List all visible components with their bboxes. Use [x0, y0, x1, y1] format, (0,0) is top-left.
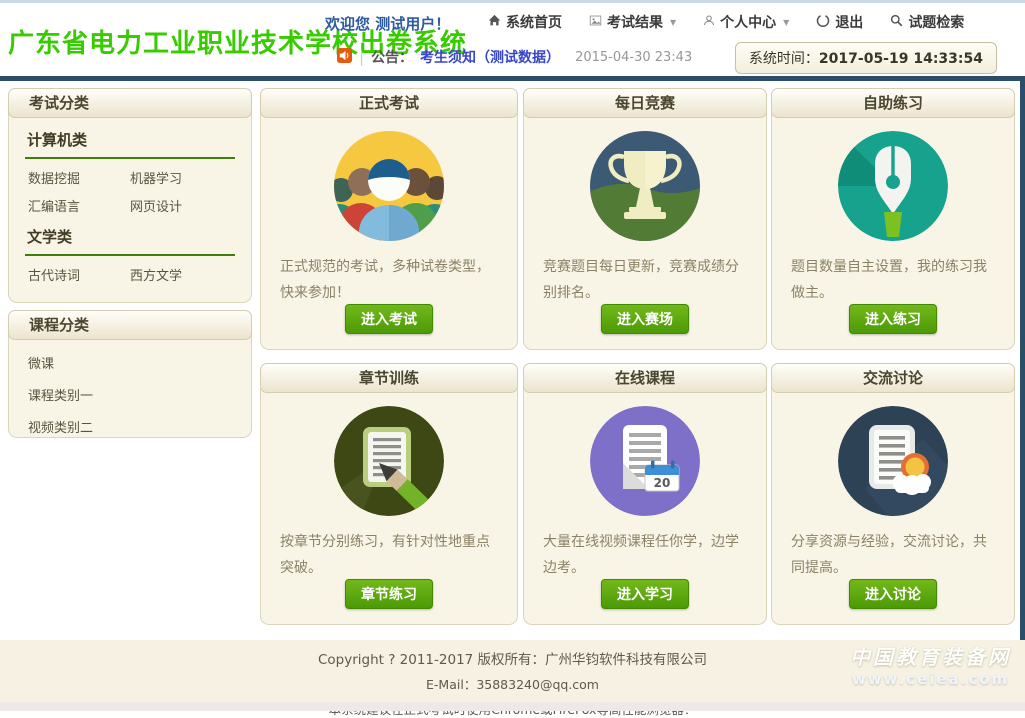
header: 广东省电力工业职业技术学校出卷系统 欢迎您 测试用户！ 系统首页 考试结果 ▼ … — [0, 3, 1025, 76]
divider: | — [359, 48, 364, 66]
welcome-message: 欢迎您 测试用户！ — [325, 13, 450, 34]
right-frame-strip — [1020, 81, 1025, 640]
document-calendar-icon: 20 — [524, 405, 766, 517]
header-divider-bar — [0, 76, 1025, 81]
system-time-value: 2017-05-19 14:33:54 — [819, 51, 983, 67]
footer: Copyright ? 2011-2017 版权所有：广州华钧软件科技有限公司 … — [0, 640, 1025, 702]
nav-logout-label: 退出 — [835, 12, 863, 32]
trophy-icon — [524, 130, 766, 242]
card-chapter-training-desc: 按章节分别练习，有针对性地重点突破。 — [280, 530, 498, 582]
system-time-box: 系统时间：2017-05-19 14:33:54 — [735, 42, 997, 74]
category-group-literature: 文学类 — [27, 226, 233, 247]
card-chapter-training-title: 章节训练 — [260, 363, 518, 393]
chevron-down-icon: ▼ — [783, 18, 789, 27]
document-weather-icon — [772, 405, 1014, 517]
card-daily-contest-desc: 竞赛题目每日更新，竞赛成绩分别排名。 — [543, 255, 747, 307]
announcement-label: 公告： — [371, 47, 413, 67]
card-self-practice-desc: 题目数量自主设置，我的练习我做主。 — [791, 255, 995, 307]
card-daily-contest-title: 每日竞赛 — [523, 88, 767, 118]
sidebar-item-video-type-2[interactable]: 视频类别二 — [28, 417, 232, 436]
nav-profile-label: 个人中心 — [720, 12, 776, 32]
results-icon — [589, 14, 602, 31]
nav-profile[interactable]: 个人中心 ▼ — [703, 12, 789, 32]
home-icon — [488, 14, 501, 31]
exam-category-panel: 考试分类 计算机类 数据挖掘 机器学习 汇编语言 网页设计 文学类 古代诗词 西… — [8, 88, 252, 303]
sidebar-item-course-type-1[interactable]: 课程类别一 — [28, 385, 232, 404]
literature-category-links: 古代诗词 西方文学 — [9, 265, 251, 284]
card-daily-contest: 每日竞赛 竞赛题目每日更新，竞赛成绩分别排名。 进入赛场 — [523, 88, 767, 350]
divider — [25, 157, 235, 159]
enter-discussion-button[interactable]: 进入讨论 — [849, 579, 937, 609]
footer-email: E-Mail：35883240@qq.com — [0, 674, 1025, 693]
announcement-link[interactable]: 考生须知（测试数据） — [420, 47, 560, 67]
bottom-strip — [0, 702, 1025, 711]
search-icon — [890, 14, 903, 31]
nav-exam-results-label: 考试结果 — [607, 12, 663, 32]
power-icon — [816, 13, 830, 31]
divider — [25, 254, 235, 256]
speaker-icon — [337, 48, 352, 67]
card-self-practice: 自助练习 题目数量自主设置，我的练习我做主。 进入练习 — [771, 88, 1015, 350]
card-discussion: 交流讨论 — [771, 363, 1015, 625]
course-category-panel: 课程分类 微课 课程类别一 视频类别二 — [8, 310, 252, 438]
category-group-computer: 计算机类 — [27, 129, 233, 150]
nav-exam-results[interactable]: 考试结果 ▼ — [589, 12, 676, 32]
sidebar-item-machine-learning[interactable]: 机器学习 — [130, 168, 232, 187]
enter-practice-button[interactable]: 进入练习 — [849, 304, 937, 334]
exam-category-panel-title: 考试分类 — [8, 88, 252, 118]
card-online-courses: 在线课程 20 — [523, 363, 767, 625]
card-formal-exam-desc: 正式规范的考试，多种试卷类型，快来参加！ — [280, 255, 498, 307]
nav-question-search-label: 试题检索 — [908, 12, 964, 32]
card-formal-exam: 正式考试 正式规范的考试，多种试卷类型，快来参加！ 进入考试 — [260, 88, 518, 350]
user-icon — [703, 14, 715, 31]
chevron-down-icon: ▼ — [670, 18, 676, 27]
footer-copyright: Copyright ? 2011-2017 版权所有：广州华钧软件科技有限公司 — [0, 648, 1025, 668]
chapter-practice-button[interactable]: 章节练习 — [345, 579, 433, 609]
card-online-courses-desc: 大量在线视频课程任你学，边学边考。 — [543, 530, 747, 582]
announcement-bar: | 公告： 考生须知（测试数据） 2015-04-30 23:43 — [337, 47, 692, 67]
computer-category-links: 数据挖掘 机器学习 汇编语言 网页设计 — [9, 168, 251, 215]
crowd-icon — [261, 130, 517, 242]
sidebar-item-micro-course[interactable]: 微课 — [28, 353, 232, 372]
notebook-pencil-icon — [261, 405, 517, 517]
card-formal-exam-title: 正式考试 — [260, 88, 518, 118]
system-time-label: 系统时间： — [749, 51, 819, 67]
enter-exam-button[interactable]: 进入考试 — [345, 304, 433, 334]
nav-question-search[interactable]: 试题检索 — [890, 12, 964, 32]
course-category-panel-title: 课程分类 — [8, 310, 252, 340]
nav-home[interactable]: 系统首页 — [488, 12, 562, 32]
announcement-date: 2015-04-30 23:43 — [575, 50, 692, 65]
main-nav: 系统首页 考试结果 ▼ 个人中心 ▼ 退出 试题检索 — [488, 12, 964, 32]
sidebar-item-data-mining[interactable]: 数据挖掘 — [28, 168, 130, 187]
sidebar-item-web-design[interactable]: 网页设计 — [130, 196, 232, 215]
nav-home-label: 系统首页 — [506, 12, 562, 32]
calendar-day-number: 20 — [654, 476, 671, 490]
card-discussion-desc: 分享资源与经验，交流讨论，共同提高。 — [791, 530, 995, 582]
card-discussion-title: 交流讨论 — [771, 363, 1015, 393]
sidebar-item-western-literature[interactable]: 西方文学 — [130, 265, 232, 284]
pen-nib-icon — [772, 130, 1014, 242]
nav-logout[interactable]: 退出 — [816, 12, 863, 32]
enter-arena-button[interactable]: 进入赛场 — [601, 304, 689, 334]
course-category-links: 微课 课程类别一 视频类别二 — [9, 340, 251, 436]
card-self-practice-title: 自助练习 — [771, 88, 1015, 118]
card-chapter-training: 章节训练 按章节分别练习，有 — [260, 363, 518, 625]
sidebar-item-ancient-poetry[interactable]: 古代诗词 — [28, 265, 130, 284]
card-online-courses-title: 在线课程 — [523, 363, 767, 393]
enter-learning-button[interactable]: 进入学习 — [601, 579, 689, 609]
sidebar-item-assembly[interactable]: 汇编语言 — [28, 196, 130, 215]
